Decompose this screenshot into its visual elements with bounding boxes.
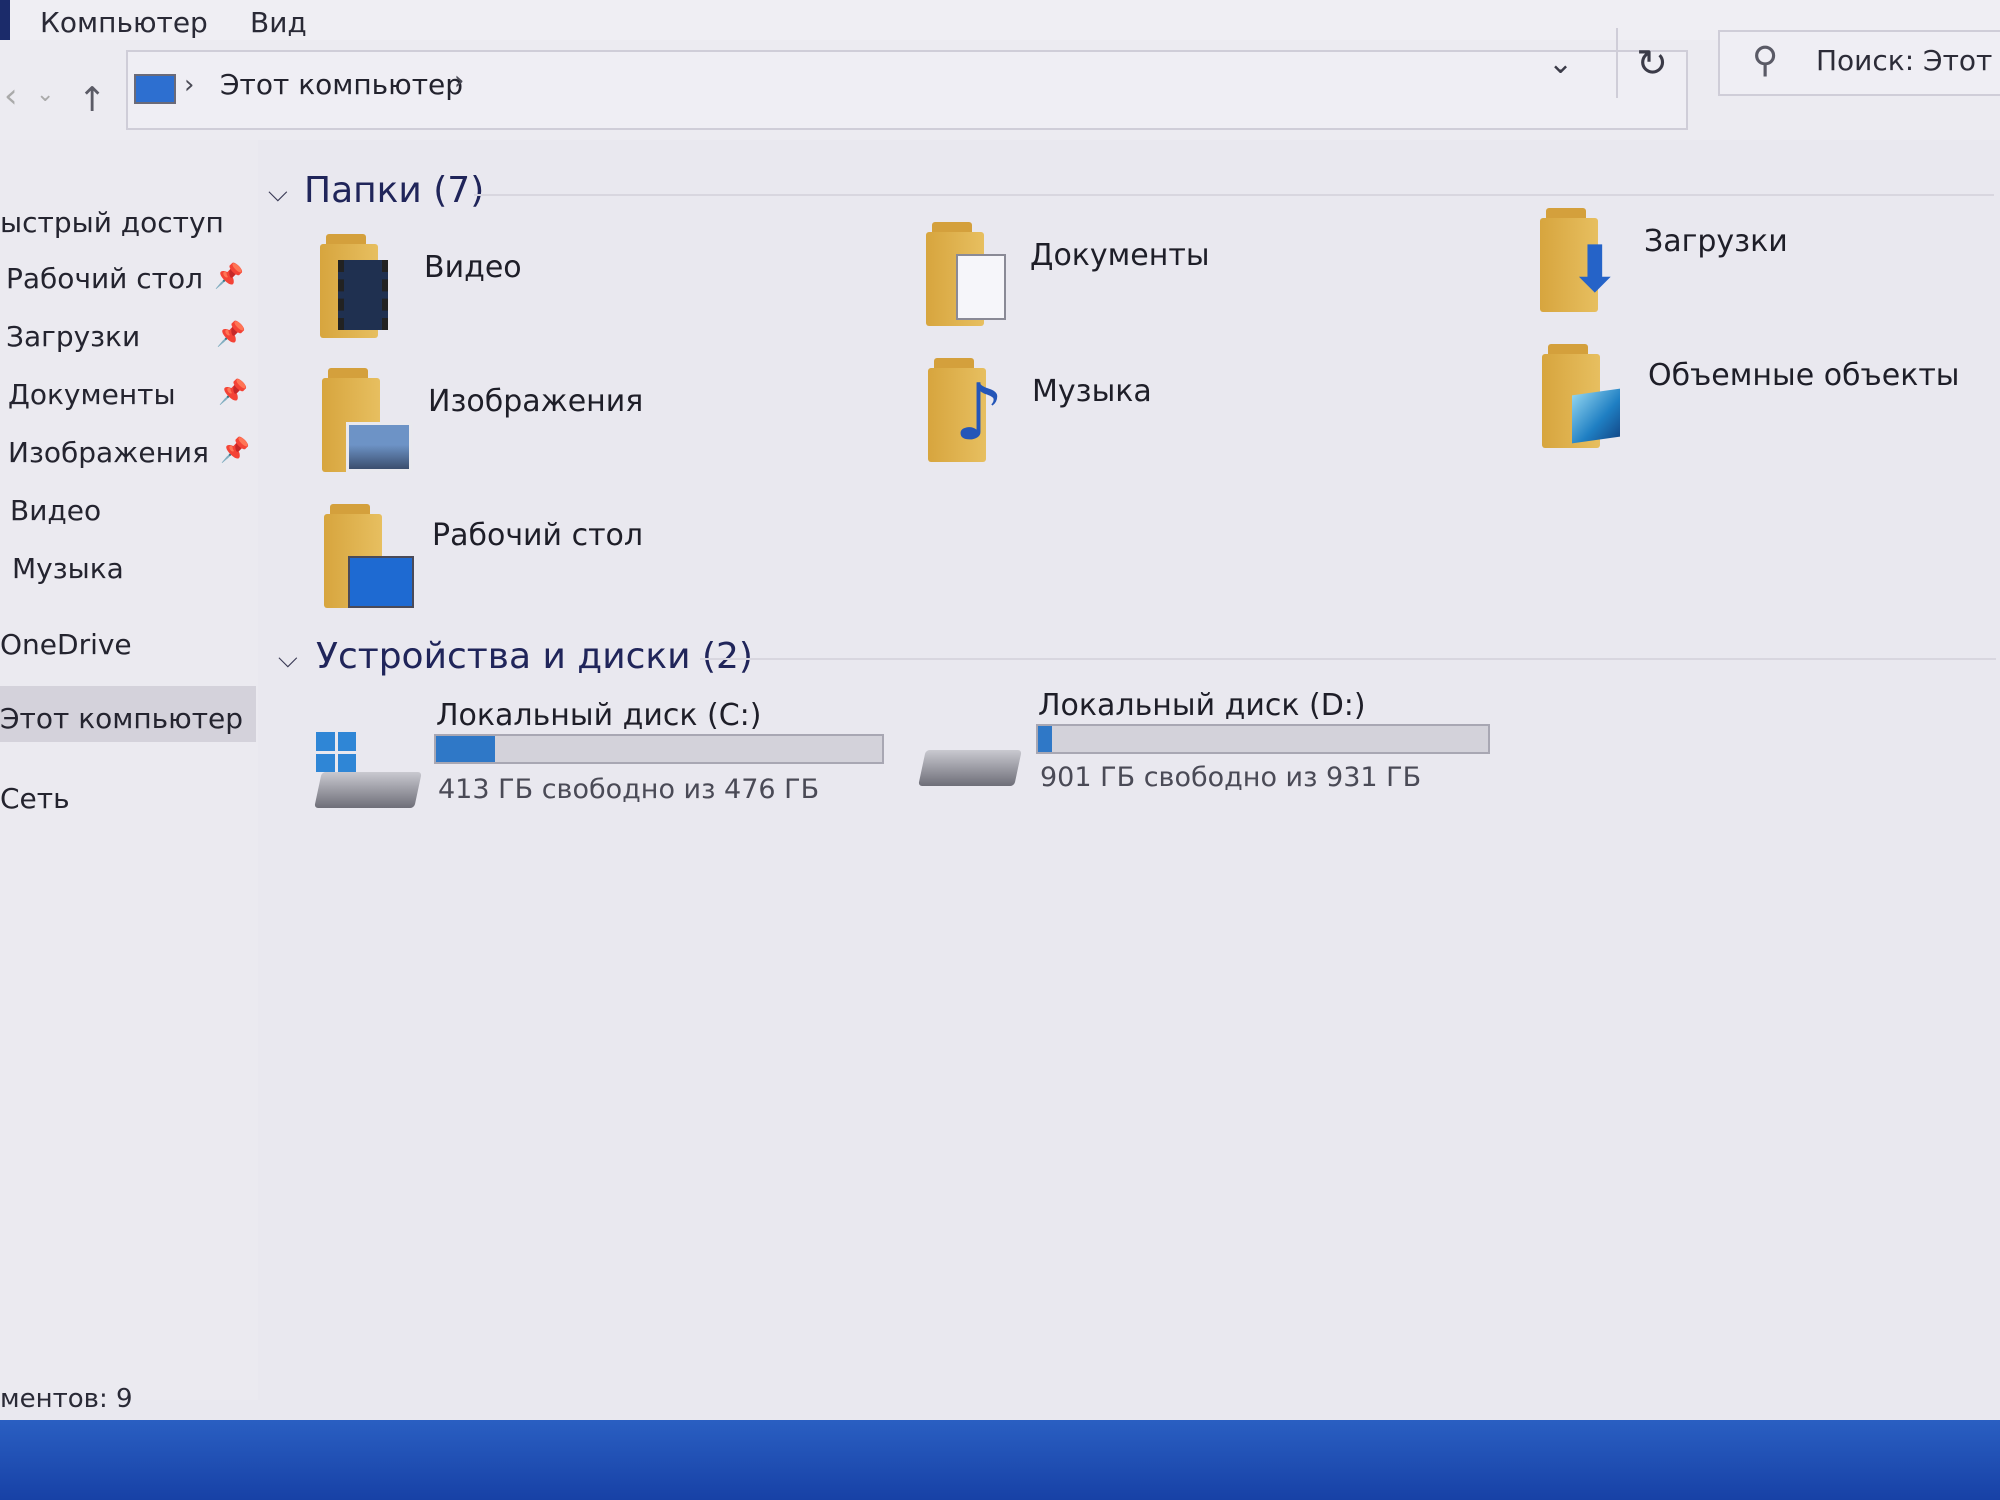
drive-c-icon[interactable] xyxy=(314,728,424,812)
folder-desktop-label[interactable]: Рабочий стол xyxy=(432,518,643,553)
up-arrow-icon[interactable]: ↑ xyxy=(78,80,107,120)
music-note-icon: ♪ xyxy=(954,368,1004,458)
back-icon[interactable]: ‹ xyxy=(4,76,18,116)
computer-icon xyxy=(134,74,176,104)
drive-c-usage-fill xyxy=(436,736,495,762)
sidebar-item-music[interactable]: Музыка xyxy=(12,552,124,585)
sidebar-item-onedrive[interactable]: OneDrive xyxy=(0,628,132,661)
breadcrumb-separator: › xyxy=(184,70,195,100)
sidebar-item-documents[interactable]: Документы xyxy=(8,378,176,411)
hard-drive-icon xyxy=(918,750,1022,786)
hard-drive-icon xyxy=(314,772,422,808)
pin-icon[interactable]: 📌 xyxy=(216,320,246,348)
address-bar[interactable]: › Этот компьютер › xyxy=(126,50,1688,130)
breadcrumb-separator-end[interactable]: › xyxy=(454,66,464,96)
divider xyxy=(474,194,1994,196)
film-strip-icon xyxy=(338,260,388,330)
document-page-icon xyxy=(956,254,1006,320)
address-dropdown-icon[interactable]: ⌄ xyxy=(1548,46,1614,116)
folder-videos-label[interactable]: Видео xyxy=(424,250,522,285)
folder-downloads-icon[interactable]: ⬇ xyxy=(1540,208,1624,312)
folder-pictures-label[interactable]: Изображения xyxy=(428,384,643,419)
divider xyxy=(700,658,1996,660)
breadcrumb-this-pc[interactable]: Этот компьютер xyxy=(220,68,463,101)
collapse-folders-icon[interactable]: ⌵ xyxy=(268,178,288,209)
search-box[interactable]: ⚲ Поиск: Этот кс xyxy=(1718,30,2000,96)
tab-view[interactable]: Вид xyxy=(250,6,307,39)
drive-c-usage-bar xyxy=(434,734,884,764)
sidebar-item-network[interactable]: Сеть xyxy=(0,782,70,815)
cube-3d-icon xyxy=(1572,388,1620,444)
search-placeholder: Поиск: Этот кс xyxy=(1816,44,2000,77)
folder-videos-icon[interactable] xyxy=(320,234,404,338)
folder-documents-label[interactable]: Документы xyxy=(1030,238,1210,273)
sidebar-item-downloads[interactable]: Загрузки xyxy=(6,320,140,353)
folder-downloads-label[interactable]: Загрузки xyxy=(1644,224,1788,259)
drive-c-label[interactable]: Локальный диск (C:) xyxy=(436,698,761,733)
folder-desktop-icon[interactable] xyxy=(324,504,414,608)
taskbar xyxy=(0,1420,2000,1500)
windows-logo-icon xyxy=(316,732,356,772)
pin-icon[interactable]: 📌 xyxy=(220,436,250,464)
sidebar-item-videos[interactable]: Видео xyxy=(10,494,101,527)
sidebar-item-quick-access[interactable]: ыстрый доступ xyxy=(0,206,224,239)
pin-icon[interactable]: 📌 xyxy=(214,262,244,290)
status-bar-item-count: ментов: 9 xyxy=(0,1384,133,1414)
download-arrow-icon: ⬇ xyxy=(1568,233,1622,307)
folder-documents-icon[interactable] xyxy=(926,222,1010,326)
landscape-photo-icon xyxy=(346,422,412,472)
search-icon: ⚲ xyxy=(1752,40,1779,81)
recent-dropdown-icon[interactable]: ⌄ xyxy=(36,82,54,107)
sidebar-item-pictures[interactable]: Изображения xyxy=(8,436,209,469)
drive-d-label[interactable]: Локальный диск (D:) xyxy=(1038,688,1366,723)
drive-d-usage-fill xyxy=(1038,726,1053,752)
folder-music-label[interactable]: Музыка xyxy=(1032,374,1152,409)
drive-d-icon[interactable] xyxy=(918,740,1022,800)
drive-d-free-space: 901 ГБ свободно из 931 ГБ xyxy=(1040,762,1422,793)
folder-pictures-icon[interactable] xyxy=(322,368,412,472)
drive-d-usage-bar xyxy=(1036,724,1490,754)
folder-3d-objects-icon[interactable] xyxy=(1542,344,1626,448)
collapse-devices-icon[interactable]: ⌵ xyxy=(278,644,298,675)
pin-icon[interactable]: 📌 xyxy=(218,378,248,406)
drive-c-free-space: 413 ГБ свободно из 476 ГБ xyxy=(438,774,820,805)
folder-3d-objects-label[interactable]: Объемные объекты xyxy=(1648,358,1959,393)
folders-group-header[interactable]: Папки (7) xyxy=(304,170,484,211)
desktop-screen-icon xyxy=(348,556,414,608)
tab-computer[interactable]: Компьютер xyxy=(40,6,208,39)
sidebar-item-desktop[interactable]: Рабочий стол xyxy=(6,262,203,295)
devices-group-header[interactable]: Устройства и диски (2) xyxy=(316,636,753,677)
sidebar-item-this-pc[interactable]: Этот компьютер xyxy=(0,702,243,735)
refresh-icon[interactable]: ↻ xyxy=(1616,28,1686,98)
folder-music-icon[interactable]: ♪ xyxy=(928,358,1012,462)
